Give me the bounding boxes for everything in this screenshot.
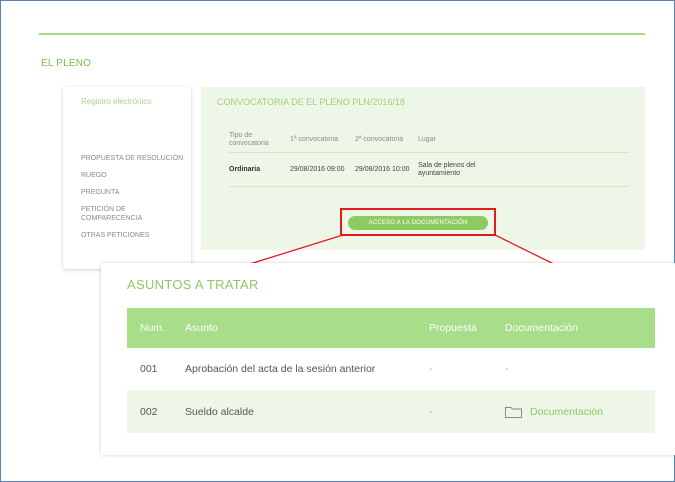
asuntos-header-row: Num. Asunto Propuesta Documentación <box>127 308 655 348</box>
cell-lugar: Sala de plenos del ayuntamiento <box>418 161 476 177</box>
screenshot-frame: EL PLENO Registro electrónico PROPUESTA … <box>0 0 675 482</box>
cell-primera: 29/08/2016 09:00 <box>290 165 345 173</box>
convocatoria-title: CONVOCATORIA DE EL PLENO PLN/2016/18 <box>217 97 405 107</box>
header-num: Num. <box>140 322 166 334</box>
documentacion-link-label: Documentación <box>530 405 603 418</box>
convocatoria-header-row: Tipo de convocatoria 1ª convocatoria 2ª … <box>229 127 629 153</box>
sidebar-item-propuesta[interactable]: PROPUESTA DE RESOLUCIÓN <box>81 154 185 163</box>
convocatoria-table: Tipo de convocatoria 1ª convocatoria 2ª … <box>229 127 629 187</box>
cell-tipo: Ordinaria <box>229 165 261 173</box>
folder-icon <box>505 406 522 418</box>
sidebar-item-ruego[interactable]: RUEGO <box>81 171 185 180</box>
sidebar-card: Registro electrónico PROPUESTA DE RESOLU… <box>63 87 191 269</box>
top-divider <box>39 33 645 35</box>
row-asunto: Sueldo alcalde <box>185 405 254 418</box>
header-lugar: Lugar <box>418 135 436 143</box>
sidebar-item-pregunta[interactable]: PREGUNTA <box>81 188 185 197</box>
header-tipo: Tipo de convocatoria <box>229 131 269 147</box>
row-num: 002 <box>140 405 158 418</box>
row-documentacion: - <box>505 363 509 375</box>
row-asunto: Aprobación del acta de la sesión anterio… <box>185 363 376 375</box>
sidebar-registro-link[interactable]: Registro electrónico <box>81 97 171 107</box>
asuntos-table: Num. Asunto Propuesta Documentación 001 … <box>127 308 655 433</box>
table-row: 002 Sueldo alcalde - Documentación <box>127 390 655 433</box>
cell-segunda: 29/08/2016 10:00 <box>355 165 410 173</box>
asuntos-title: ASUNTOS A TRATAR <box>127 277 259 292</box>
convocatoria-row: Ordinaria 29/08/2016 09:00 29/08/2016 10… <box>229 153 629 187</box>
table-row: 001 Aprobación del acta de la sesión ant… <box>127 348 655 390</box>
header-propuesta: Propuesta <box>429 322 477 334</box>
row-num: 001 <box>140 363 158 375</box>
sidebar-item-otras[interactable]: OTRAS PETICIONES <box>81 231 185 240</box>
row-propuesta: - <box>429 405 433 418</box>
header-documentacion: Documentación <box>505 322 578 334</box>
header-asunto: Asunto <box>185 322 218 334</box>
header-segunda: 2ª convocatoria <box>355 135 404 143</box>
asuntos-card: ASUNTOS A TRATAR Num. Asunto Propuesta D… <box>101 263 675 455</box>
row-propuesta: - <box>429 363 433 375</box>
sidebar-menu: PROPUESTA DE RESOLUCIÓN RUEGO PREGUNTA P… <box>81 154 185 248</box>
row-documentacion-cell: Documentación <box>505 406 655 418</box>
sidebar-item-peticion[interactable]: PETICIÓN DE COMPARECENCIA <box>81 205 185 223</box>
acceso-documentacion-button[interactable]: ACCESO A LA DOCUMENTACIÓN <box>348 216 488 230</box>
section-title: EL PLENO <box>41 58 92 69</box>
highlight-box: ACCESO A LA DOCUMENTACIÓN <box>340 208 496 236</box>
documentacion-link[interactable]: Documentación <box>505 406 655 418</box>
header-primera: 1ª convocatoria <box>290 135 339 143</box>
